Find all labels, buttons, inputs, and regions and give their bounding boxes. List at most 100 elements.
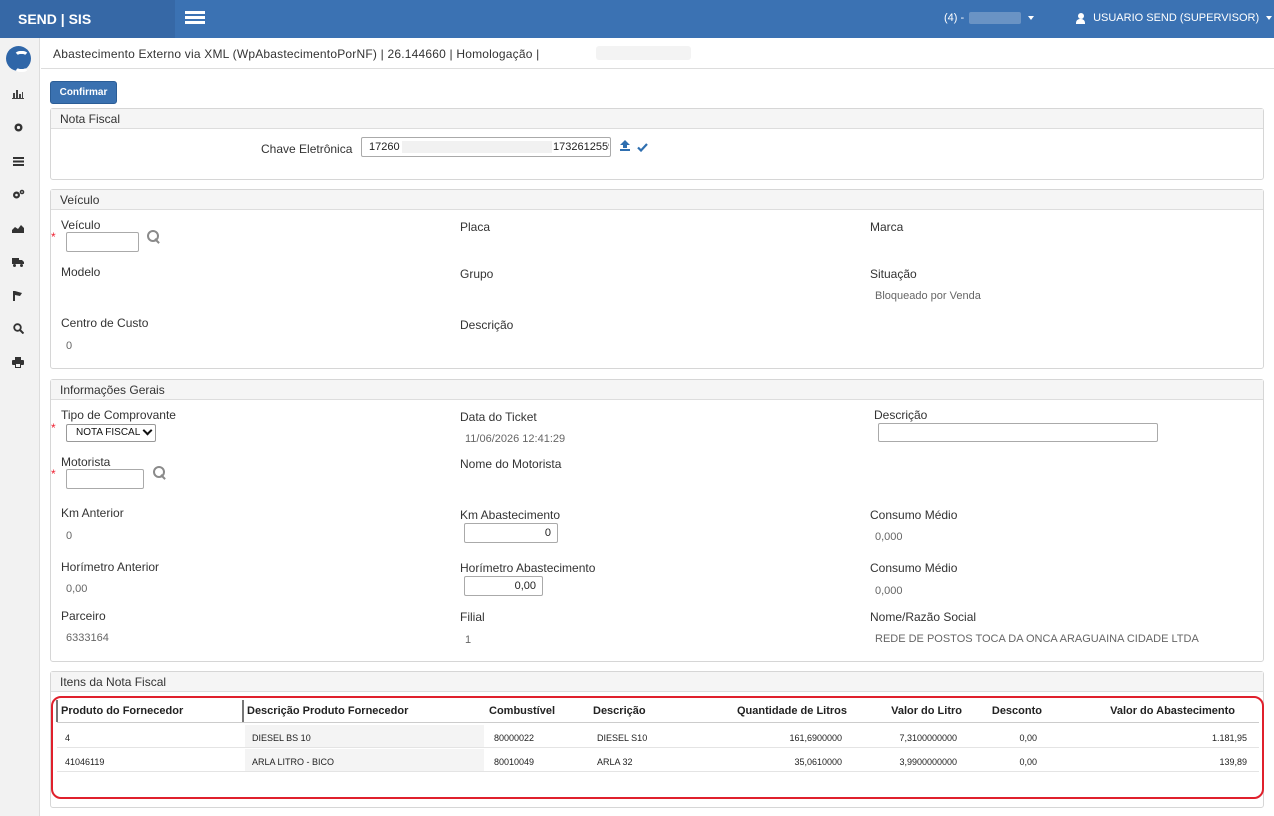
filial-value: 1 — [465, 634, 472, 646]
descricao-label: Descrição — [874, 408, 928, 422]
motorista-input[interactable] — [66, 469, 144, 489]
chave-start: 17260 — [369, 141, 400, 153]
centro-custo-label: Centro de Custo — [61, 316, 149, 330]
chevron-down-icon — [142, 425, 153, 436]
tipo-comprovante-select[interactable]: NOTA FISCAL — [66, 424, 156, 442]
top-bar: SEND | SIS (4) - USUARIO SEND (SUPERVISO… — [0, 0, 1274, 38]
km-anterior-value: 0 — [66, 530, 73, 542]
situacao-label: Situação — [870, 267, 917, 281]
modelo-label: Modelo — [61, 265, 101, 279]
nota-fiscal-header: Nota Fiscal — [51, 109, 1263, 129]
truck-icon[interactable] — [10, 256, 26, 272]
search-icon[interactable] — [153, 466, 166, 479]
nota-fiscal-panel: Nota Fiscal — [50, 108, 1264, 180]
required-marker: * — [51, 467, 56, 481]
cell-desconto: 0,00 — [1019, 733, 1037, 743]
veiculo-input[interactable] — [66, 232, 139, 252]
column-header-descricao[interactable]: Descrição — [593, 705, 646, 722]
tipo-comprovante-value: NOTA FISCAL — [76, 427, 141, 438]
required-marker: * — [51, 230, 56, 244]
grupo-label: Grupo — [460, 267, 494, 281]
column-header-desconto[interactable]: Desconto — [990, 705, 1042, 722]
km-anterior-label: Km Anterior — [61, 506, 124, 520]
cell-valor-abastecimento: 139,89 — [1219, 757, 1247, 767]
chave-redacted — [402, 141, 552, 153]
descricao-input[interactable] — [878, 423, 1158, 442]
cell-combustivel: 80000022 — [494, 733, 535, 743]
cell-desconto: 0,00 — [1019, 757, 1037, 767]
itens-nota-fiscal-header: Itens da Nota Fiscal — [51, 672, 1263, 692]
veiculo-label: Veículo — [61, 218, 101, 232]
situacao-value: Bloqueado por Venda — [875, 290, 981, 302]
filial-label: Filial — [460, 610, 485, 624]
motorista-label: Motorista — [61, 455, 111, 469]
cogs-icon[interactable] — [10, 189, 26, 205]
chave-end: 1732612559 — [553, 141, 609, 153]
horimetro-anterior-label: Horímetro Anterior — [61, 560, 160, 574]
cell-descricao-produto: DIESEL BS 10 — [252, 733, 311, 743]
gas-pump-icon[interactable] — [10, 290, 26, 306]
column-header-combustivel[interactable]: Combustível — [489, 705, 555, 722]
column-header-valor-litro[interactable]: Valor do Litro — [862, 705, 962, 722]
centro-custo-value: 0 — [66, 340, 73, 352]
cell-descricao: ARLA 32 — [597, 757, 633, 767]
company-label: (4) - — [944, 12, 965, 24]
nome-motorista-label: Nome do Motorista — [460, 457, 562, 471]
razao-social-value: REDE DE POSTOS TOCA DA ONCA ARAGUAINA CI… — [875, 633, 1199, 645]
confirm-button[interactable]: Confirmar — [50, 81, 117, 104]
sidebar — [0, 38, 40, 816]
consumo-medio-value: 0,000 — [875, 531, 903, 543]
company-name-redacted — [969, 12, 1022, 25]
print-icon[interactable] — [10, 357, 26, 373]
search-icon[interactable] — [10, 323, 26, 339]
cell-valor-abastecimento: 1.181,95 — [1211, 733, 1247, 743]
list-icon[interactable] — [10, 155, 26, 171]
upload-icon[interactable] — [620, 140, 630, 151]
tipo-comprovante-label: Tipo de Comprovante — [61, 408, 176, 422]
cell-produto: 41046119 — [65, 757, 105, 767]
parceiro-value: 6333164 — [66, 632, 109, 644]
table-row[interactable]: 41046119 ARLA LITRO - BICO 80010049 ARLA… — [57, 748, 1259, 772]
area-chart-icon[interactable] — [10, 222, 26, 238]
user-name: USUARIO SEND (SUPERVISOR) — [1093, 12, 1260, 24]
parceiro-label: Parceiro — [61, 609, 106, 623]
user-icon — [1076, 12, 1085, 24]
user-menu[interactable]: USUARIO SEND (SUPERVISOR) — [1076, 12, 1273, 24]
horimetro-abastecimento-label: Horímetro Abastecimento — [460, 561, 596, 575]
consumo-medio-value-2: 0,000 — [875, 585, 903, 597]
check-icon[interactable] — [637, 141, 648, 153]
veiculo-panel: Veículo — [50, 189, 1264, 369]
cell-descricao: DIESEL S10 — [597, 733, 648, 743]
column-header-valor-abastecimento[interactable]: Valor do Abastecimento — [1080, 705, 1235, 722]
veiculo-header: Veículo — [51, 190, 1263, 210]
marca-label: Marca — [870, 220, 904, 234]
page-title: Abastecimento Externo via XML (WpAbastec… — [53, 47, 540, 61]
horimetro-anterior-value: 0,00 — [66, 583, 88, 595]
cell-produto: 4 — [65, 733, 71, 743]
consumo-medio-label: Consumo Médio — [870, 508, 958, 522]
search-icon[interactable] — [147, 230, 160, 243]
brand-logo[interactable]: SEND | SIS — [0, 0, 175, 38]
menu-toggle-icon[interactable] — [185, 11, 205, 25]
razao-social-label: Nome/Razão Social — [870, 610, 977, 624]
header-divider — [57, 722, 1259, 723]
column-header-produto[interactable]: Produto do Fornecedor — [61, 705, 183, 722]
data-ticket-value: 11/06/2026 12:41:29 — [465, 433, 566, 445]
gear-icon[interactable] — [10, 122, 26, 138]
chevron-down-icon — [1266, 16, 1273, 21]
descricao-label: Descrição — [460, 318, 514, 332]
horimetro-abastecimento-input[interactable]: 0,00 — [464, 576, 543, 596]
column-header-descricao-produto[interactable]: Descrição Produto Fornecedor — [247, 705, 408, 722]
app-logo-icon[interactable] — [6, 46, 31, 72]
table-row[interactable]: 4 DIESEL BS 10 80000022 DIESEL S10 161,6… — [57, 724, 1259, 748]
bar-chart-icon[interactable] — [10, 88, 26, 104]
cell-quantidade: 161,6900000 — [789, 733, 842, 743]
data-ticket-label: Data do Ticket — [460, 410, 537, 424]
chave-eletronica-input[interactable]: 17260 1732612559 — [361, 137, 611, 157]
informacoes-gerais-header: Informações Gerais — [51, 380, 1263, 400]
column-header-quantidade[interactable]: Quantidade de Litros — [700, 705, 847, 722]
company-selector[interactable]: (4) - — [944, 12, 1035, 25]
km-abastecimento-input[interactable]: 0 — [464, 523, 558, 543]
page-header: Abastecimento Externo via XML (WpAbastec… — [41, 38, 1274, 69]
chave-eletronica-label: Chave Eletrônica — [261, 142, 353, 156]
